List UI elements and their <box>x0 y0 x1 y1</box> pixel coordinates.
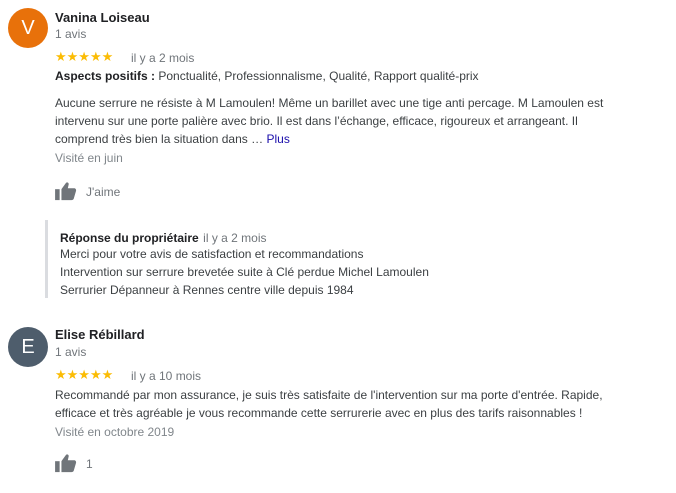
aspects-value: Ponctualité, Professionnalisme, Qualité,… <box>158 69 479 83</box>
review-text: Recommandé par mon assurance, je suis tr… <box>55 386 675 422</box>
reviewer-name[interactable]: Vanina Loiseau <box>55 10 150 25</box>
star-rating: ★★★★★ <box>55 367 114 382</box>
owner-reply-time: il y a 2 mois <box>203 231 267 245</box>
thumbs-up-icon <box>55 454 77 473</box>
review-text-line: Aucune serrure ne résiste à M Lamoulen! … <box>55 96 604 110</box>
reply-line: Merci pour votre avis de satisfaction et… <box>60 247 364 261</box>
avatar[interactable]: E <box>8 327 48 367</box>
like-count: 1 <box>86 457 93 471</box>
thumbs-up-icon <box>55 182 77 201</box>
review-text-line: intervenu sur une porte palière avec bri… <box>55 114 578 128</box>
review-time: il y a 10 mois <box>131 369 202 383</box>
visited-date: Visité en juin <box>55 151 123 165</box>
reply-divider <box>45 220 48 298</box>
review-time: il y a 2 mois <box>131 51 195 65</box>
like-button[interactable] <box>55 181 77 206</box>
owner-reply-text: Merci pour votre avis de satisfaction et… <box>60 245 429 299</box>
review-text-line: Recommandé par mon assurance, je suis tr… <box>55 388 603 402</box>
review-count: 1 avis <box>55 345 87 359</box>
reviewer-name[interactable]: Elise Rébillard <box>55 327 145 342</box>
review-count: 1 avis <box>55 27 87 41</box>
like-label[interactable]: J'aime <box>86 185 120 199</box>
review-text-truncated: comprend très bien la situation dans … <box>55 132 264 146</box>
star-rating: ★★★★★ <box>55 49 114 64</box>
positive-aspects: Aspects positifs : Ponctualité, Professi… <box>55 69 479 83</box>
review-text-line: comprend très bien la situation dans … P… <box>55 130 675 148</box>
reply-line: Serrurier Dépanneur à Rennes centre vill… <box>60 283 354 297</box>
reply-line: Intervention sur serrure brevetée suite … <box>60 265 429 279</box>
like-button[interactable] <box>55 453 77 478</box>
aspects-label: Aspects positifs : <box>55 69 156 83</box>
owner-reply-title: Réponse du propriétaire <box>60 231 199 245</box>
avatar[interactable]: V <box>8 8 48 48</box>
review-text: Aucune serrure ne résiste à M Lamoulen! … <box>55 94 675 148</box>
more-link[interactable]: Plus <box>266 132 289 146</box>
visited-date: Visité en octobre 2019 <box>55 425 175 439</box>
review-text-line: efficace et très agréable je vous recomm… <box>55 406 583 420</box>
